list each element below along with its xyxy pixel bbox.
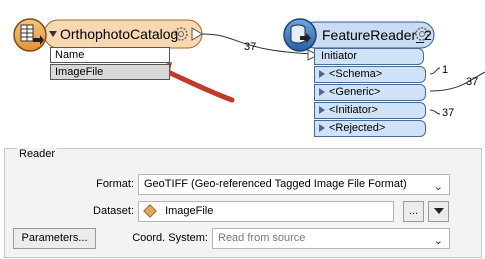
reader-input-port[interactable]: Initiator (314, 48, 424, 65)
dataset-field-value: ImageFile (165, 205, 214, 217)
connection-count-in: 37 (244, 41, 257, 53)
reader-group-title: Reader (17, 148, 58, 160)
dropdown-arrow-icon (433, 208, 444, 215)
output-port-generic[interactable]: <Generic> (314, 84, 426, 101)
chevron-down-icon: ⌄ (433, 181, 443, 193)
format-select[interactable]: GeoTIFF (Geo-referenced Tagged Image Fil… (138, 174, 450, 195)
dataset-options-button[interactable] (428, 201, 449, 222)
catalog-attribute-name[interactable]: Name (50, 47, 170, 63)
connection-line-schema (429, 67, 441, 75)
port-triangle-icon (319, 106, 325, 114)
coord-system-label: Coord. System: (132, 232, 208, 244)
output-port-initiator[interactable]: <Initiator> (314, 102, 426, 119)
output-port-label: <Generic> (329, 86, 381, 98)
reader-input-port-label: Initiator (321, 50, 358, 62)
format-label: Format: (96, 178, 134, 190)
connection-line-initiator (429, 109, 441, 115)
catalog-node-title[interactable]: OrthophotoCatalog (60, 26, 178, 42)
format-select-value: GeoTIFF (Geo-referenced Tagged Image Fil… (144, 178, 407, 190)
reader-node-title[interactable]: FeatureReader_2 (322, 27, 432, 43)
attribute-value-icon (143, 204, 157, 218)
port-triangle-icon (319, 70, 325, 78)
parameters-button[interactable]: Parameters... (13, 228, 96, 249)
output-port-label: <Initiator> (329, 104, 378, 116)
port-triangle-icon (319, 124, 325, 132)
output-port-schema[interactable]: <Schema> (314, 66, 426, 83)
connection-count-initiator: 37 (442, 107, 455, 119)
dataset-field[interactable]: ImageFile (138, 201, 394, 222)
output-port-label: <Rejected> (329, 122, 386, 134)
coord-system-select[interactable]: Read from source ⌄ (212, 228, 450, 249)
output-port-label: <Schema> (329, 68, 383, 80)
output-port-rejected[interactable]: <Rejected> (314, 120, 426, 137)
browse-button[interactable]: ... (403, 201, 424, 222)
connection-count-generic: 37 (466, 76, 479, 88)
port-triangle-icon (319, 88, 325, 96)
coord-system-placeholder: Read from source (218, 232, 306, 244)
connection-count-schema: 1 (442, 64, 449, 76)
dataset-label: Dataset: (93, 205, 134, 217)
chevron-down-icon: ⌄ (433, 235, 443, 247)
catalog-attribute-imagefile[interactable]: ImageFile (50, 64, 170, 80)
